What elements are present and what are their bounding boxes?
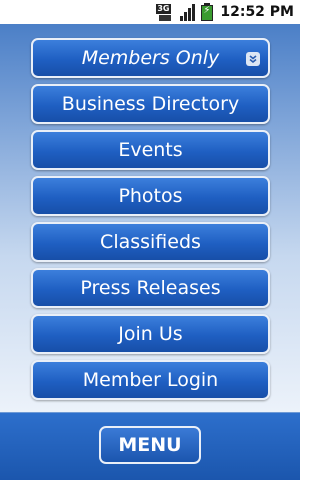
join-us-label: Join Us: [118, 323, 183, 345]
photos-label: Photos: [118, 185, 183, 207]
join-us-button[interactable]: Join Us: [31, 314, 270, 354]
chevron-down-icon: [246, 52, 260, 66]
main-content: Members Only Business Directory Events P…: [0, 24, 300, 412]
members-only-label: Members Only: [81, 47, 220, 69]
3g-data-icon: 3G: [156, 3, 176, 21]
press-releases-label: Press Releases: [80, 277, 221, 299]
business-directory-label: Business Directory: [61, 93, 240, 115]
menu-button[interactable]: MENU: [99, 426, 201, 464]
bottom-bar: MENU: [0, 412, 300, 480]
photos-button[interactable]: Photos: [31, 176, 270, 216]
events-label: Events: [118, 139, 183, 161]
business-directory-button[interactable]: Business Directory: [31, 84, 270, 124]
classifieds-label: Classifieds: [100, 231, 201, 253]
press-releases-button[interactable]: Press Releases: [31, 268, 270, 308]
signal-strength-icon: [180, 3, 196, 21]
member-login-button[interactable]: Member Login: [31, 360, 270, 400]
menu-button-label: MENU: [118, 434, 182, 456]
bottom-strip: [0, 480, 300, 500]
status-bar: 3G ⚡ 12:52 PM: [0, 0, 300, 24]
network-type-label: 3G: [156, 4, 171, 14]
classifieds-button[interactable]: Classifieds: [31, 222, 270, 262]
members-only-button[interactable]: Members Only: [31, 38, 270, 78]
battery-charging-icon: ⚡: [200, 3, 214, 21]
events-button[interactable]: Events: [31, 130, 270, 170]
member-login-label: Member Login: [82, 369, 219, 391]
status-clock: 12:52 PM: [220, 4, 294, 20]
